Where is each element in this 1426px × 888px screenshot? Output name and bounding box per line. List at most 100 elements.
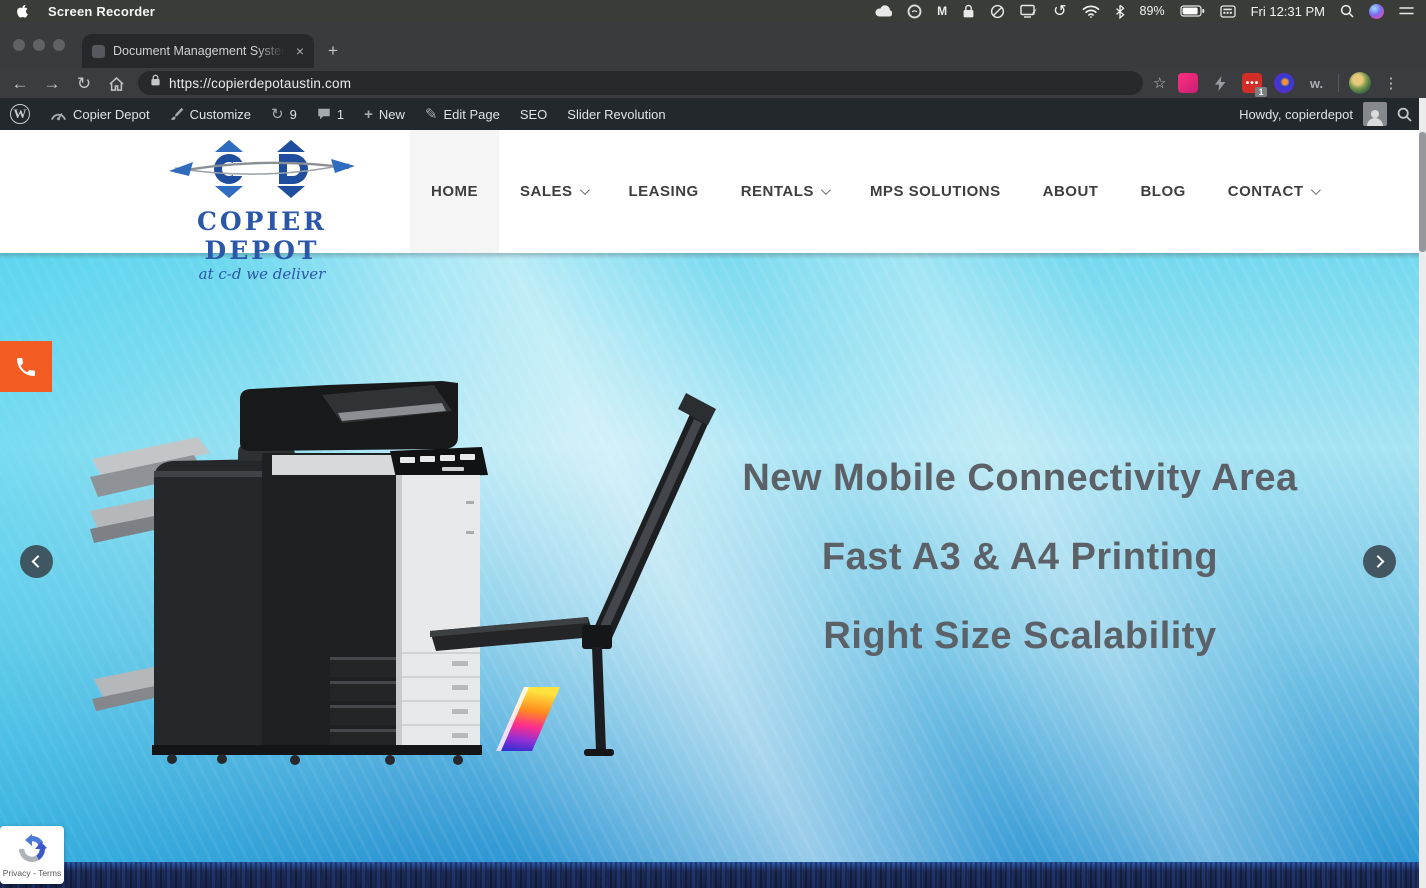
chevron-right-icon (1371, 555, 1385, 568)
wifi-icon[interactable] (1082, 2, 1100, 20)
forward-button[interactable]: → (36, 75, 68, 92)
nav-item-blog[interactable]: BLOG (1119, 130, 1206, 253)
updates-icon: ↻ (271, 105, 284, 123)
extension-icon-pink[interactable] (1178, 73, 1199, 93)
browser-tab[interactable]: Document Management System × (82, 34, 314, 68)
battery-icon[interactable] (1179, 2, 1205, 20)
chevron-down-icon (820, 185, 831, 196)
tab-title: Document Management System (113, 44, 288, 58)
nav-item-about[interactable]: ABOUT (1022, 130, 1120, 253)
menubar-clock[interactable]: Fri 12:31 PM (1251, 4, 1325, 19)
nav-item-mps-solutions[interactable]: MPS SOLUTIONS (849, 130, 1022, 253)
site-logo[interactable]: COPIER DEPOT at c-d we deliver (152, 138, 372, 283)
wordpress-logo-icon: W (10, 104, 30, 124)
admin-edit-page-label: Edit Page (443, 106, 500, 122)
cloud-status-icon[interactable] (875, 2, 893, 20)
extension-icon-lastpass[interactable]: ••• 1 (1242, 73, 1268, 97)
macos-menubar: Screen Recorder M ↺ 89% Fri 12:31 PM (0, 0, 1426, 22)
admin-slider-revolution[interactable]: Slider Revolution (557, 98, 675, 130)
tab-close-icon[interactable]: × (296, 44, 304, 58)
url-text: https://copierdepotaustin.com (169, 75, 352, 91)
admin-slider-revolution-label: Slider Revolution (567, 106, 666, 122)
wp-admin-bar: W Copier Depot Customize ↻ 9 1 + New ✎ E… (0, 98, 1426, 130)
nav-label: SALES (520, 183, 573, 200)
chevron-left-icon (31, 555, 45, 568)
window-zoom-button[interactable] (53, 39, 65, 51)
tab-favicon (92, 44, 105, 58)
back-button[interactable]: ← (4, 75, 36, 92)
nav-label: HOME (431, 183, 478, 200)
spotlight-icon[interactable] (1340, 2, 1354, 20)
extension-icon-wordtune[interactable]: w. (1306, 73, 1326, 93)
extension-icon-round[interactable] (1274, 73, 1295, 93)
malwarebytes-icon[interactable]: M (937, 2, 947, 20)
display-sidecar-icon[interactable] (1020, 2, 1038, 20)
new-tab-button[interactable]: + (328, 42, 338, 59)
browser-menu-icon[interactable]: ⋮ (1383, 74, 1398, 92)
url-bar[interactable]: https://copierdepotaustin.com (138, 71, 1143, 95)
nav-item-sales[interactable]: SALES (499, 130, 608, 253)
wp-logo-menu[interactable]: W (0, 98, 40, 130)
main-navigation: HOME SALES LEASING RENTALS MPS SOLUTIONS… (410, 130, 1339, 253)
logo-tagline: at c-d we deliver (198, 265, 326, 283)
nav-item-contact[interactable]: CONTACT (1207, 130, 1339, 253)
input-source-icon[interactable] (1219, 2, 1236, 20)
hero-headlines: New Mobile Connectivity Area Fast A3 & A… (645, 457, 1395, 694)
admin-new[interactable]: + New (354, 98, 415, 130)
nav-label: LEASING (628, 183, 699, 200)
admin-avatar[interactable] (1363, 102, 1387, 126)
admin-search-icon[interactable] (1397, 107, 1412, 122)
page-scrollbar[interactable] (1419, 98, 1426, 888)
nav-item-home[interactable]: HOME (410, 130, 499, 253)
bluetooth-icon[interactable] (1115, 2, 1125, 20)
nav-item-leasing[interactable]: LEASING (608, 130, 720, 253)
siri-icon[interactable] (1369, 3, 1384, 19)
admin-howdy[interactable]: Howdy, copierdepot (1239, 107, 1353, 122)
admin-edit-page[interactable]: ✎ Edit Page (415, 98, 510, 130)
admin-comments-count: 1 (336, 106, 345, 122)
time-machine-icon[interactable]: ↺ (1053, 2, 1066, 20)
admin-seo[interactable]: SEO (510, 98, 557, 130)
nav-item-rentals[interactable]: RENTALS (720, 130, 849, 253)
hotspot-lock-icon[interactable] (962, 2, 975, 20)
admin-comments[interactable]: 1 (307, 98, 354, 130)
browser-profile-avatar[interactable] (1349, 72, 1372, 94)
slider-next-button[interactable] (1363, 545, 1396, 578)
https-lock-icon[interactable] (150, 74, 161, 92)
recaptcha-label[interactable]: Privacy - Terms (3, 868, 61, 878)
battery-percent: 89% (1139, 4, 1165, 18)
notification-center-icon[interactable] (1399, 2, 1414, 20)
nav-label: MPS SOLUTIONS (869, 183, 1001, 200)
browser-toolbar: ← → ↻ https://copierdepotaustin.com ☆ ••… (0, 68, 1426, 98)
extension-icon-lightning[interactable] (1210, 73, 1230, 93)
window-minimize-button[interactable] (33, 39, 45, 51)
window-close-button[interactable] (13, 39, 25, 51)
phone-icon (17, 357, 35, 376)
nav-label: ABOUT (1042, 183, 1099, 200)
admin-site-menu[interactable]: Copier Depot (40, 98, 160, 130)
browser-tabstrip: Document Management System × + (0, 22, 1426, 68)
admin-customize-label: Customize (189, 106, 252, 122)
creative-cloud-icon[interactable] (907, 2, 922, 20)
site-gauge-icon (50, 107, 67, 121)
slider-prev-button[interactable] (20, 545, 53, 578)
pencil-icon: ✎ (424, 105, 438, 123)
home-button[interactable] (100, 74, 132, 92)
admin-customize[interactable]: Customize (160, 98, 261, 130)
hero-line-3: Right Size Scalability (823, 615, 1217, 657)
menubar-app-name[interactable]: Screen Recorder (48, 4, 155, 19)
reload-button[interactable]: ↻ (68, 75, 100, 92)
call-button[interactable] (0, 341, 52, 392)
admin-site-name: Copier Depot (73, 106, 150, 122)
extension-badge: 1 (1255, 87, 1268, 97)
admin-updates-count: 9 (289, 106, 297, 122)
apple-menu-icon[interactable] (16, 2, 30, 20)
do-not-disturb-icon[interactable] (990, 2, 1005, 20)
recaptcha-badge[interactable]: Privacy - Terms (0, 826, 64, 884)
admin-updates[interactable]: ↻ 9 (261, 98, 307, 130)
site-header: COPIER DEPOT at c-d we deliver HOME SALE… (0, 130, 1426, 283)
admin-new-label: New (378, 106, 405, 122)
scrollbar-thumb[interactable] (1419, 132, 1426, 252)
bookmark-star-icon[interactable]: ☆ (1153, 74, 1166, 92)
hero-line-2: Fast A3 & A4 Printing (821, 536, 1219, 578)
